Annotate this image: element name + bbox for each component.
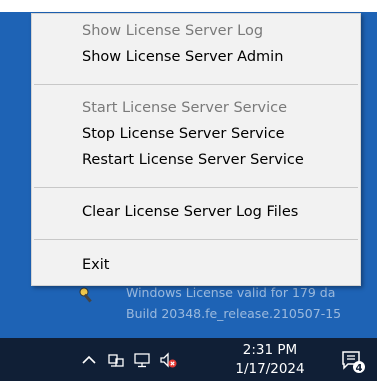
menu-item-stop-service[interactable]: Stop License Server Service: [82, 126, 285, 142]
monitor-icon[interactable]: [133, 351, 151, 369]
notification-count: 4: [356, 363, 363, 374]
watermark-line-2: Build 20348.fe_release.210507-15: [126, 306, 342, 321]
menu-item-clear-logs[interactable]: Clear License Server Log Files: [82, 204, 298, 220]
network-icon[interactable]: [107, 351, 125, 369]
menu-separator: [34, 84, 358, 85]
chevron-up-icon[interactable]: [80, 351, 98, 369]
taskbar-clock[interactable]: 2:31 PM 1/17/2024: [235, 341, 305, 379]
clock-time: 2:31 PM: [242, 342, 298, 358]
clock-date: 1/17/2024: [235, 361, 305, 377]
desktop-top-strip: [0, 0, 377, 12]
speaker-muted-icon[interactable]: [159, 351, 177, 369]
menu-item-restart-service[interactable]: Restart License Server Service: [82, 152, 304, 168]
menu-item-exit[interactable]: Exit: [82, 257, 109, 273]
screen: Windows License valid for 179 da Build 2…: [0, 0, 377, 381]
notification-icon[interactable]: 4: [340, 348, 366, 374]
menu-separator: [34, 239, 358, 240]
context-menu: Show License Server Log Show License Ser…: [31, 13, 361, 286]
license-server-app-icon[interactable]: [78, 286, 96, 304]
menu-item-show-admin[interactable]: Show License Server Admin: [82, 49, 283, 65]
taskbar: 2:31 PM 1/17/2024 4: [0, 338, 377, 381]
menu-item-start-service[interactable]: Start License Server Service: [82, 100, 287, 116]
watermark-line-1: Windows License valid for 179 da: [126, 285, 336, 300]
menu-item-show-log[interactable]: Show License Server Log: [82, 23, 263, 39]
menu-separator: [34, 187, 358, 188]
